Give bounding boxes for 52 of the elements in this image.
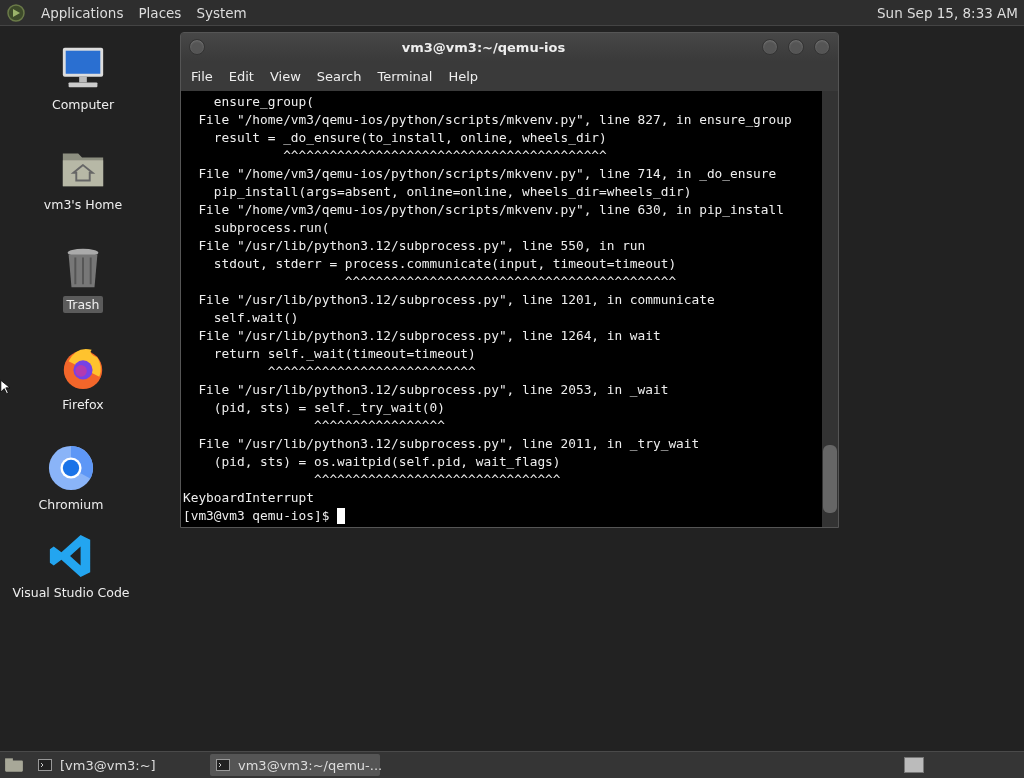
menu-item[interactable]: Search: [308, 68, 370, 84]
terminal-line: KeyboardInterrupt: [183, 489, 315, 507]
taskbar-button[interactable]: [vm3@vm3:~]: [32, 754, 202, 776]
menu-item[interactable]: File: [183, 68, 221, 84]
panel-menu[interactable]: Places: [138, 4, 182, 21]
terminal-line: self.wait(): [212, 309, 300, 327]
text-cursor: [337, 508, 346, 524]
terminal-line: ^^^^^^^^^^^^^^^^^^^^^^^^^^^^^^^^^^^^^^^^^^^: [343, 273, 678, 291]
terminal-line: ensure_group(: [212, 93, 315, 111]
workspace-switcher[interactable]: [904, 757, 924, 773]
terminal-line: File "/usr/lib/python3.12/subprocess.py", line 2011, in _try_wait: [197, 435, 701, 453]
desktop-icon-label[interactable]: Visual Studio Code: [9, 584, 133, 601]
terminal-line: stdout, stderr = process.communicate(input, timeout=timeout): [212, 255, 678, 273]
menu-item[interactable]: Terminal: [369, 68, 441, 84]
terminal-line: File "/usr/lib/python3.12/subprocess.py", line 1264, in wait: [197, 327, 662, 345]
terminal-line: ^^^^^^^^^^^^^^^^^^^^^^^^^^^^^^^^^^^^^^^^^^: [282, 147, 608, 165]
logo-icon[interactable]: [6, 2, 26, 23]
terminal-line: ^^^^^^^^^^^^^^^^^^^^^^^^^^^^^^^^: [312, 471, 562, 489]
scrollbar[interactable]: [822, 91, 838, 527]
terminal-line: ^^^^^^^^^^^^^^^^^^^^^^^^^^^: [266, 363, 477, 381]
terminal-line: return self._wait(timeout=timeout): [212, 345, 477, 363]
panel-menu[interactable]: Applications: [41, 4, 124, 21]
terminal-line: subprocess.run(: [212, 219, 331, 237]
menu-item[interactable]: Help: [440, 68, 487, 84]
terminal-line: result = _do_ensure(to_install, online, wheels_dir): [212, 129, 608, 147]
panel-menu[interactable]: System: [196, 4, 247, 21]
desktop-icon-label[interactable]: Trash: [63, 296, 103, 313]
terminal-line: pip_install(args=absent, online=online, wheels_dir=wheels_dir): [212, 183, 693, 201]
terminal-line: File "/usr/lib/python3.12/subprocess.py", line 2053, in _wait: [197, 381, 670, 399]
show-desktop-icon[interactable]: [4, 757, 24, 773]
terminal-line: ^^^^^^^^^^^^^^^^^: [312, 417, 446, 435]
terminal-icon: [38, 759, 52, 771]
terminal-line: File "/home/vm3/qemu-ios/python/scripts/mkvenv.py", line 630, in pip_install: [197, 201, 785, 219]
terminal-line: File "/home/vm3/qemu-ios/python/scripts/mkvenv.py", line 714, in _do_ensure: [197, 165, 778, 183]
window-title: vm3@vm3:~/qemu-ios: [400, 39, 567, 55]
terminal-line: (pid, sts) = self._try_wait(0): [212, 399, 446, 417]
terminal-line: (pid, sts) = os.waitpid(self.pid, wait_flags): [212, 453, 562, 471]
desktop-icon-label[interactable]: vm3's Home: [40, 196, 126, 213]
terminal-line: File "/home/vm3/qemu-ios/python/scripts/mkvenv.py", line 827, in ensure_group: [197, 111, 793, 129]
shell-prompt: [vm3@vm3 qemu-ios]$: [183, 507, 330, 525]
taskbar-button[interactable]: vm3@vm3:~/qemu-...: [210, 754, 380, 776]
desktop-icon-label[interactable]: Firefox: [59, 396, 107, 413]
desktop-icon-label[interactable]: Chromium: [35, 496, 107, 513]
menu-item[interactable]: View: [261, 68, 309, 84]
terminal-line: File "/usr/lib/python3.12/subprocess.py", line 1201, in communicate: [197, 291, 716, 309]
chromium-icon[interactable]: [47, 444, 95, 492]
menu-item[interactable]: Edit: [220, 68, 262, 84]
mouse-pointer-icon: [0, 378, 10, 396]
clock[interactable]: Sun Sep 15, 8:33 AM: [877, 4, 1018, 21]
terminal-line: File "/usr/lib/python3.12/subprocess.py", line 550, in run: [197, 237, 647, 255]
desktop-icon-label[interactable]: Computer: [48, 96, 118, 113]
terminal-icon: [216, 759, 230, 771]
